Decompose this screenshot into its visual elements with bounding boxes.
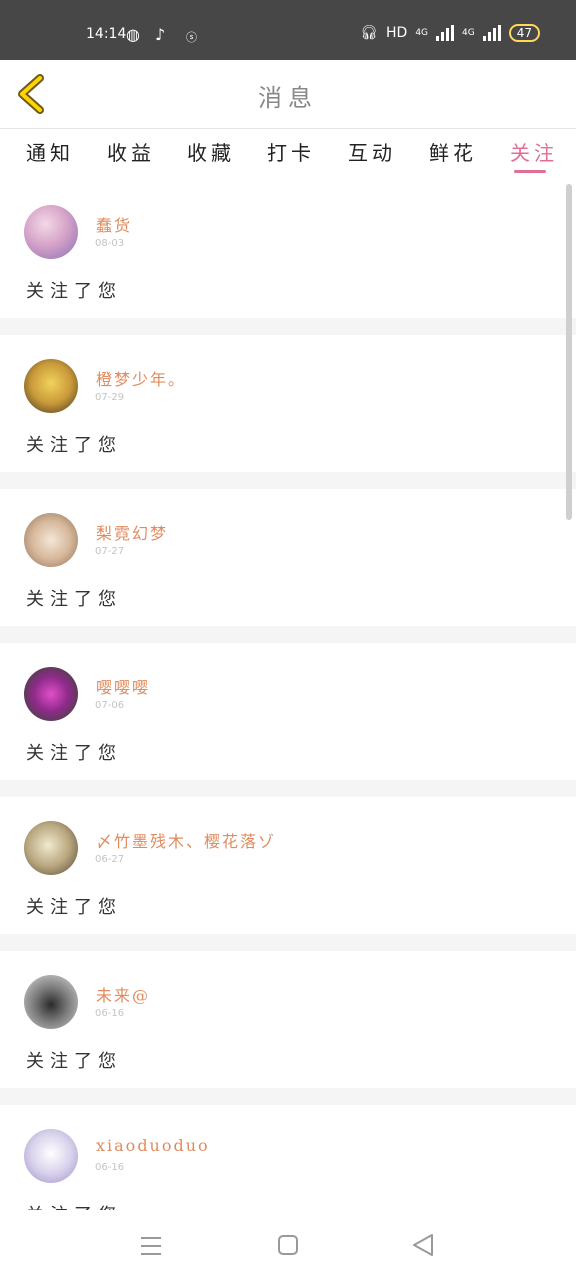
user-name[interactable]: 未来@ xyxy=(96,982,150,1006)
notification-message: 关注了您 xyxy=(26,897,122,918)
active-tab-indicator xyxy=(514,170,546,173)
home-button[interactable] xyxy=(272,1232,304,1260)
tab-earnings[interactable]: 收益 xyxy=(107,137,155,166)
tab-flowers[interactable]: 鲜花 xyxy=(429,137,477,166)
notification-date: 07-27 xyxy=(95,546,125,557)
tab-favorites[interactable]: 收藏 xyxy=(187,137,235,166)
notification-message: 关注了您 xyxy=(26,281,122,302)
notification-list[interactable]: 蠢货 08-03 关注了您 橙梦少年。 07-29 关注了您 梨霓幻梦 07-2… xyxy=(0,181,576,1210)
avatar[interactable] xyxy=(24,975,78,1029)
list-item[interactable]: 梨霓幻梦 07-27 关注了您 xyxy=(0,489,576,626)
notification-date: 06-16 xyxy=(95,1162,125,1173)
home-icon xyxy=(278,1235,298,1255)
avatar[interactable] xyxy=(24,821,78,875)
notification-date: 06-27 xyxy=(95,854,125,865)
notification-message: 关注了您 xyxy=(26,1201,122,1210)
browser-icon: ◍ xyxy=(126,25,140,44)
menu-button[interactable] xyxy=(135,1232,167,1260)
notification-message: 关注了您 xyxy=(26,743,122,764)
scrollbar[interactable] xyxy=(566,184,572,520)
tiktok-icon: ♪ xyxy=(155,25,166,44)
user-name[interactable]: 橙梦少年。 xyxy=(96,366,186,390)
notification-message: 关注了您 xyxy=(26,435,122,456)
notification-message: 关注了您 xyxy=(26,589,122,610)
system-nav-bar xyxy=(0,1210,576,1280)
list-item[interactable]: 橙梦少年。 07-29 关注了您 xyxy=(0,335,576,472)
notification-date: 08-03 xyxy=(95,238,125,249)
list-item[interactable]: 蠢货 08-03 关注了您 xyxy=(0,181,576,318)
network-label: HD xyxy=(386,25,408,41)
avatar[interactable] xyxy=(24,513,78,567)
notification-date: 06-16 xyxy=(95,1008,125,1019)
triangle-back-icon xyxy=(413,1234,433,1256)
tab-interaction[interactable]: 互动 xyxy=(348,137,396,166)
tab-follow[interactable]: 关注 xyxy=(510,137,558,166)
user-name[interactable]: 〆竹墨残木、樱花落ゾ xyxy=(96,828,276,852)
headphones-icon: 🎧︎ xyxy=(360,25,378,41)
signal-1-icon xyxy=(436,25,455,41)
avatar[interactable] xyxy=(24,359,78,413)
notification-icon: ⓢ xyxy=(186,31,197,44)
user-name[interactable]: 梨霓幻梦 xyxy=(96,520,168,544)
menu-icon xyxy=(141,1237,161,1255)
battery-level: 47 xyxy=(508,24,540,42)
notification-date: 07-29 xyxy=(95,392,125,403)
signal-1-label: 4G xyxy=(415,28,429,38)
tab-checkin[interactable]: 打卡 xyxy=(267,137,315,166)
signal-2-icon xyxy=(482,25,501,41)
user-name[interactable]: 嘤嘤嘤 xyxy=(96,674,150,698)
list-item[interactable]: 未来@ 06-16 关注了您 xyxy=(0,951,576,1088)
avatar[interactable] xyxy=(24,1129,78,1183)
status-time: 14:14 xyxy=(86,26,127,42)
signal-2-label: 4G xyxy=(462,28,475,38)
user-name[interactable]: 蠢货 xyxy=(96,212,132,236)
status-bar: 14:14 ◍ ♪ ⓢ 🎧︎ HD 4G 4G 47 xyxy=(0,0,576,60)
user-name[interactable]: xiaoduoduo xyxy=(96,1136,210,1155)
back-nav-button[interactable] xyxy=(408,1232,440,1260)
page-title: 消息 xyxy=(258,84,318,112)
list-item[interactable]: xiaoduoduo 06-16 关注了您 xyxy=(0,1105,576,1210)
tab-bar: 通知 收益 收藏 打卡 互动 鲜花 关注 xyxy=(0,129,576,181)
notification-message: 关注了您 xyxy=(26,1051,122,1072)
notification-date: 07-06 xyxy=(95,700,125,711)
avatar[interactable] xyxy=(24,667,78,721)
app-header: 消息 xyxy=(0,60,576,129)
list-item[interactable]: 〆竹墨残木、樱花落ゾ 06-27 关注了您 xyxy=(0,797,576,934)
list-item[interactable]: 嘤嘤嘤 07-06 关注了您 xyxy=(0,643,576,780)
avatar[interactable] xyxy=(24,205,78,259)
tab-notice[interactable]: 通知 xyxy=(26,137,74,166)
